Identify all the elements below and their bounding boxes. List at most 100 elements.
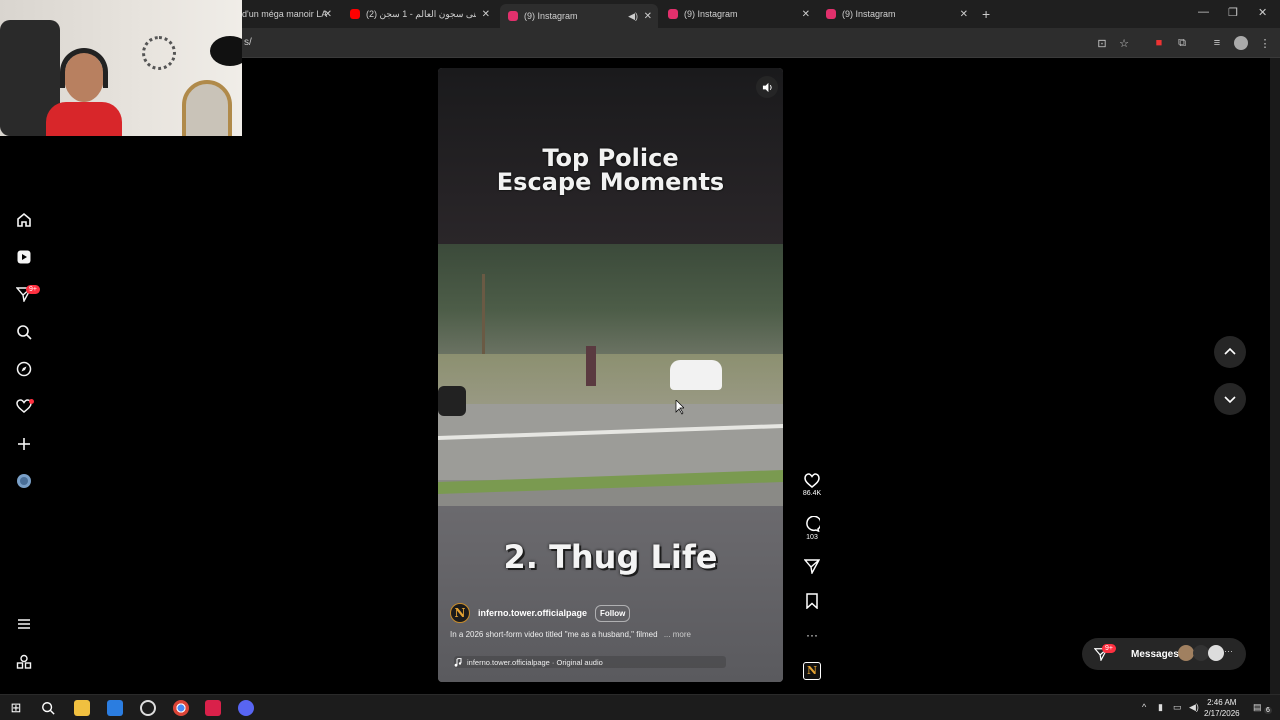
white-car bbox=[670, 360, 722, 390]
wall-frame bbox=[182, 80, 232, 136]
volume-tray-icon[interactable]: ◀) bbox=[1189, 702, 1199, 713]
minimize-button[interactable]: — bbox=[1198, 6, 1209, 18]
network-icon[interactable]: ▭ bbox=[1173, 702, 1182, 713]
windows-start-icon[interactable]: ⊞ bbox=[8, 700, 24, 716]
tab-label: (9) Instagram bbox=[524, 11, 578, 21]
file-explorer-icon[interactable] bbox=[74, 700, 90, 716]
reel-overlay-text: 2. Thug Life bbox=[503, 538, 718, 576]
search-icon[interactable] bbox=[14, 322, 34, 342]
close-tab-icon[interactable]: ✕ bbox=[324, 9, 332, 20]
audio-thumbnail[interactable]: N bbox=[800, 662, 824, 680]
reel-title: Top Police Escape Moments bbox=[438, 146, 783, 194]
grass-median bbox=[438, 354, 783, 410]
flag bbox=[586, 346, 596, 386]
comment-count: 103 bbox=[806, 534, 818, 541]
volume-button[interactable] bbox=[756, 76, 778, 98]
music-note-icon bbox=[454, 657, 462, 667]
reel-title-line1: Top Police bbox=[542, 144, 679, 172]
message-avatar bbox=[1193, 645, 1209, 661]
restore-button[interactable]: ❐ bbox=[1228, 6, 1238, 19]
close-tab-icon[interactable]: ✕ bbox=[482, 9, 490, 20]
share-button[interactable] bbox=[800, 558, 824, 574]
reels-icon[interactable] bbox=[14, 247, 34, 267]
clock-time: 2:46 AM bbox=[1207, 698, 1237, 707]
page-scrollbar[interactable] bbox=[1270, 58, 1280, 694]
message-more-icon: ··· bbox=[1224, 646, 1233, 656]
instagram-favicon-icon bbox=[826, 9, 836, 19]
notification-center-icon[interactable]: ▤ bbox=[1253, 702, 1262, 713]
message-avatar bbox=[1208, 645, 1224, 661]
close-tab-icon[interactable]: ✕ bbox=[802, 9, 810, 20]
browser-tab[interactable]: (9) Instagram ✕ bbox=[820, 4, 974, 24]
tab-label: (9) Instagram bbox=[684, 9, 738, 19]
share-icon bbox=[804, 559, 820, 574]
extension-red-icon[interactable]: ■ bbox=[1152, 36, 1166, 50]
create-icon[interactable] bbox=[14, 434, 34, 454]
more-link[interactable]: ... more bbox=[664, 630, 691, 639]
chevron-up-icon bbox=[1224, 347, 1236, 355]
store-icon[interactable] bbox=[107, 700, 123, 716]
explore-icon[interactable] bbox=[14, 359, 34, 379]
mouse-cursor-icon bbox=[675, 400, 684, 415]
like-button[interactable]: 86.4K bbox=[800, 473, 824, 497]
profile-avatar-icon[interactable] bbox=[1234, 36, 1248, 50]
browser-tab[interactable]: (9) Instagram ✕ bbox=[662, 4, 816, 24]
like-count: 86.4K bbox=[802, 490, 822, 497]
chrome-icon[interactable] bbox=[173, 700, 189, 716]
url-text[interactable]: s/ bbox=[244, 37, 252, 48]
browser-menu-icon[interactable]: ⋮ bbox=[1258, 36, 1272, 50]
close-window-button[interactable]: ✕ bbox=[1258, 6, 1267, 19]
instagram-favicon-icon bbox=[668, 9, 678, 19]
dark-object bbox=[210, 36, 242, 66]
next-reel-button[interactable] bbox=[1214, 383, 1246, 415]
messages-label: Messages bbox=[1131, 648, 1179, 660]
home-icon[interactable] bbox=[14, 210, 34, 230]
author-username[interactable]: inferno.tower.officialpage bbox=[478, 608, 587, 618]
install-app-icon[interactable]: ⊡ bbox=[1095, 36, 1109, 50]
browser-tab[interactable]: (2) أغنى سجون العالم - 1 سجن ... ✕ bbox=[346, 4, 496, 24]
webcam-overlay bbox=[0, 0, 242, 136]
author-avatar[interactable]: N bbox=[450, 603, 470, 623]
comment-icon bbox=[806, 516, 820, 532]
close-tab-icon[interactable]: ✕ bbox=[960, 9, 968, 20]
bookmark-star-icon[interactable]: ☆ bbox=[1117, 36, 1131, 50]
tab-label: d'un méga manoir LA bbox=[242, 9, 328, 19]
media-controls-icon[interactable]: ≡ bbox=[1210, 36, 1224, 50]
bookmark-icon bbox=[806, 593, 818, 609]
video-footage[interactable] bbox=[438, 244, 783, 506]
author-row: N inferno.tower.officialpage Follow bbox=[450, 603, 631, 623]
discord-icon[interactable] bbox=[238, 700, 254, 716]
browser-tab-active[interactable]: (9) Instagram ◀) ✕ bbox=[500, 4, 658, 28]
tray-chevron-icon[interactable]: ^ bbox=[1142, 702, 1146, 712]
save-button[interactable] bbox=[800, 593, 824, 609]
reel-caption: In a 2026 short-form video titled "me as… bbox=[450, 630, 691, 639]
follow-button[interactable]: Follow bbox=[595, 604, 631, 622]
previous-reel-button[interactable] bbox=[1214, 336, 1246, 368]
dark-car bbox=[438, 386, 466, 416]
audio-attribution[interactable]: inferno.tower.officialpage · Original au… bbox=[454, 656, 726, 668]
more-options-button[interactable]: ··· bbox=[800, 628, 824, 642]
notification-dot bbox=[29, 399, 34, 404]
reel-title-line2: Escape Moments bbox=[496, 168, 725, 196]
message-avatar bbox=[1178, 645, 1194, 661]
profile-icon[interactable] bbox=[14, 471, 34, 491]
menu-icon[interactable] bbox=[14, 614, 34, 634]
extensions-puzzle-icon[interactable]: ⧉ bbox=[1175, 36, 1189, 50]
more-dots-icon: ··· bbox=[806, 628, 818, 642]
chevron-down-icon bbox=[1224, 396, 1236, 404]
search-icon[interactable] bbox=[40, 700, 56, 716]
system-clock[interactable]: 2:46 AM 2/17/2026 bbox=[1204, 697, 1240, 719]
road bbox=[438, 404, 783, 480]
trees-background bbox=[438, 244, 783, 354]
close-tab-icon[interactable]: ✕ bbox=[644, 11, 652, 22]
comment-button[interactable]: 103 bbox=[800, 516, 824, 541]
also-from-meta-icon[interactable] bbox=[14, 652, 34, 672]
app-icon[interactable] bbox=[140, 700, 156, 716]
new-tab-button[interactable]: + bbox=[982, 6, 990, 22]
reel-video-player[interactable]: Top Police Escape Moments 2. Thug Life N… bbox=[438, 68, 783, 682]
clock-date: 2/17/2026 bbox=[1204, 709, 1240, 718]
speaker-icon[interactable]: ◀) bbox=[628, 11, 638, 22]
app-red-icon[interactable] bbox=[205, 700, 221, 716]
microphone-icon[interactable]: ▮ bbox=[1158, 702, 1163, 713]
browser-tab[interactable]: d'un méga manoir LA ✕ bbox=[242, 4, 338, 24]
